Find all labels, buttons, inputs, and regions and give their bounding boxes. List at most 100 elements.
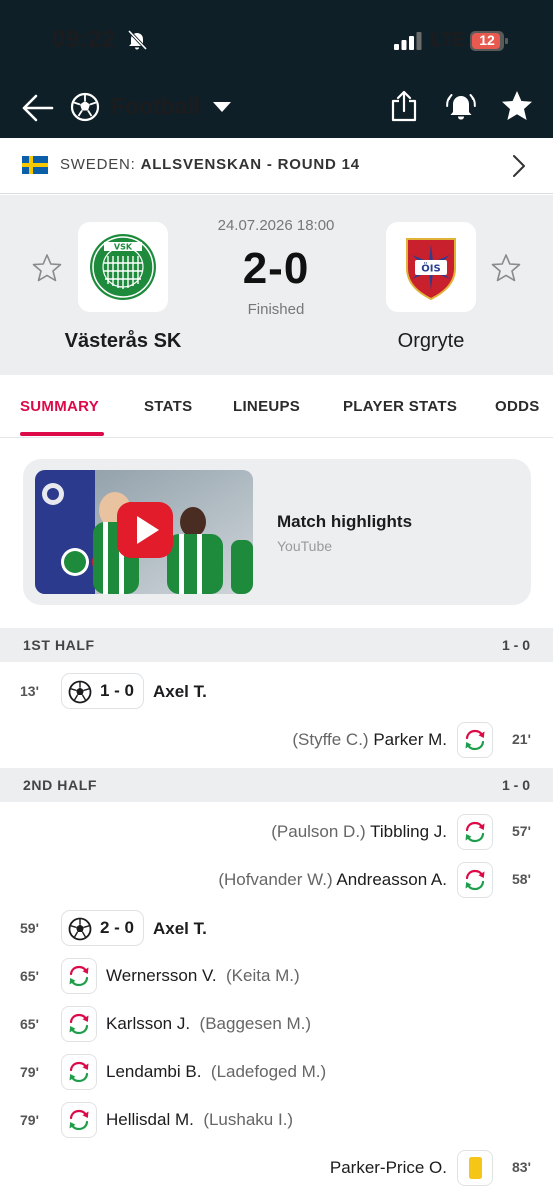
svg-text:VSK: VSK bbox=[114, 243, 133, 252]
highlights-source: YouTube bbox=[277, 538, 333, 554]
highlights-title[interactable]: Match highlights bbox=[277, 512, 412, 532]
player-in: Karlsson J. bbox=[106, 1014, 191, 1033]
caret-down-icon[interactable] bbox=[212, 101, 232, 113]
star-outline-icon[interactable] bbox=[32, 253, 62, 283]
goal-score: 2 - 0 bbox=[100, 918, 135, 937]
event-minute: 57' bbox=[512, 823, 531, 839]
event-minute: 65' bbox=[20, 968, 39, 984]
network-type: LTE bbox=[431, 30, 466, 51]
substitution-text[interactable]: (Hofvander W.) Andreasson A. bbox=[218, 870, 447, 890]
event-minute: 59' bbox=[20, 920, 39, 936]
star-outline-icon[interactable] bbox=[491, 253, 521, 283]
svg-text:ÖIS: ÖIS bbox=[421, 261, 440, 275]
favorite-star-icon[interactable] bbox=[500, 89, 534, 123]
player-out: (Ladefoged M.) bbox=[210, 1062, 327, 1081]
tab-lineups[interactable]: LINEUPS bbox=[233, 398, 300, 415]
event-minute: 21' bbox=[512, 731, 531, 747]
substitution-icon-box bbox=[457, 862, 493, 898]
home-team-name[interactable]: Västerås SK bbox=[23, 330, 223, 353]
tab-summary[interactable]: SUMMARY bbox=[20, 398, 99, 415]
substitution-text[interactable]: Lendambi B. (Ladefoged M.) bbox=[106, 1062, 326, 1082]
substitution-icon bbox=[465, 729, 485, 751]
player-in: Tibbling J. bbox=[370, 822, 447, 841]
second-half-label: 2ND HALF bbox=[23, 777, 98, 793]
event-minute: 83' bbox=[512, 1159, 531, 1175]
tab-stats[interactable]: STATS bbox=[144, 398, 192, 415]
event-minute: 13' bbox=[20, 683, 39, 699]
away-team-logo[interactable]: ÖIS bbox=[386, 222, 476, 312]
substitution-icon bbox=[465, 869, 485, 891]
match-status: Finished bbox=[247, 301, 305, 318]
substitution-text[interactable]: Karlsson J. (Baggesen M.) bbox=[106, 1014, 311, 1034]
substitution-icon bbox=[69, 1013, 89, 1035]
player-out: (Hofvander W.) bbox=[218, 870, 333, 889]
event-minute: 79' bbox=[20, 1064, 39, 1080]
substitution-icon bbox=[69, 1061, 89, 1083]
sweden-flag-icon bbox=[22, 156, 48, 174]
battery-level: 12 bbox=[479, 32, 495, 48]
ois-crest-icon: ÖIS bbox=[406, 238, 456, 301]
match-date: 24.07.2026 18:00 bbox=[217, 217, 335, 234]
tab-player-stats[interactable]: PLAYER STATS bbox=[343, 398, 457, 415]
active-tab-indicator bbox=[20, 432, 104, 436]
league-competition: ALLSVENSKAN - ROUND 14 bbox=[140, 156, 360, 173]
away-team-name[interactable]: Orgryte bbox=[331, 330, 531, 353]
substitution-text[interactable]: (Paulson D.) Tibbling J. bbox=[271, 822, 447, 842]
goal-scorer[interactable]: Axel T. bbox=[153, 919, 207, 939]
event-minute: 58' bbox=[512, 871, 531, 887]
status-time: 09:22 bbox=[52, 26, 116, 53]
tab-odds[interactable]: ODDS bbox=[495, 398, 540, 415]
share-icon[interactable] bbox=[390, 89, 418, 123]
substitution-text[interactable]: Wernersson V. (Keita M.) bbox=[106, 966, 300, 986]
battery-indicator: 12 bbox=[470, 31, 508, 51]
league-country: SWEDEN: bbox=[60, 156, 136, 173]
player-out: (Lushaku I.) bbox=[203, 1110, 294, 1129]
substitution-text[interactable]: (Styffe C.) Parker M. bbox=[292, 730, 447, 750]
substitution-icon-box bbox=[61, 1102, 97, 1138]
substitution-icon-box bbox=[457, 814, 493, 850]
event-minute: 79' bbox=[20, 1112, 39, 1128]
match-score: 2-0 bbox=[242, 244, 310, 293]
player-in: Hellisdal M. bbox=[106, 1110, 194, 1129]
player-out: (Styffe C.) bbox=[292, 730, 369, 749]
soccer-ball-icon[interactable] bbox=[70, 92, 100, 122]
substitution-icon-box bbox=[61, 1054, 97, 1090]
back-arrow-icon[interactable] bbox=[20, 92, 54, 124]
substitution-icon-box bbox=[457, 722, 493, 758]
substitution-icon-box bbox=[61, 958, 97, 994]
goal-score-badge: 1 - 0 bbox=[61, 673, 144, 709]
home-team-logo[interactable]: VSK bbox=[78, 222, 168, 312]
event-minute: 65' bbox=[20, 1016, 39, 1032]
substitution-text[interactable]: Hellisdal M. (Lushaku I.) bbox=[106, 1110, 293, 1130]
substitution-icon bbox=[69, 1109, 89, 1131]
yellow-card-icon-box bbox=[457, 1150, 493, 1186]
highlights-thumbnail[interactable] bbox=[35, 470, 253, 594]
league-title[interactable]: SWEDEN: ALLSVENSKAN - ROUND 14 bbox=[60, 156, 360, 173]
card-player[interactable]: Parker-Price O. bbox=[330, 1158, 447, 1178]
player-in: Lendambi B. bbox=[106, 1062, 202, 1081]
first-half-label: 1ST HALF bbox=[23, 637, 95, 653]
first-half-score: 1 - 0 bbox=[501, 637, 530, 653]
substitution-icon-box bbox=[61, 1006, 97, 1042]
player-out: (Keita M.) bbox=[226, 966, 300, 985]
goal-scorer[interactable]: Axel T. bbox=[153, 682, 207, 702]
soccer-ball-icon bbox=[68, 917, 92, 941]
yellow-card-icon bbox=[469, 1157, 482, 1179]
player-in: Andreasson A. bbox=[336, 870, 447, 889]
goal-score-badge: 2 - 0 bbox=[61, 910, 144, 946]
substitution-icon bbox=[69, 965, 89, 987]
bell-muted-icon bbox=[127, 29, 148, 51]
vsk-crest-icon: VSK bbox=[90, 234, 156, 300]
player-out: (Paulson D.) bbox=[271, 822, 366, 841]
goal-score: 1 - 0 bbox=[100, 681, 135, 700]
second-half-score: 1 - 0 bbox=[501, 777, 530, 793]
player-in: Parker M. bbox=[373, 730, 447, 749]
notification-bell-icon[interactable] bbox=[444, 89, 478, 123]
substitution-icon bbox=[465, 821, 485, 843]
player-out: (Baggesen M.) bbox=[199, 1014, 312, 1033]
chevron-right-icon[interactable] bbox=[512, 154, 526, 178]
cell-signal-icon bbox=[394, 32, 422, 50]
player-in: Wernersson V. bbox=[106, 966, 217, 985]
soccer-ball-icon bbox=[68, 680, 92, 704]
sport-selector-label[interactable]: Football bbox=[111, 93, 200, 120]
